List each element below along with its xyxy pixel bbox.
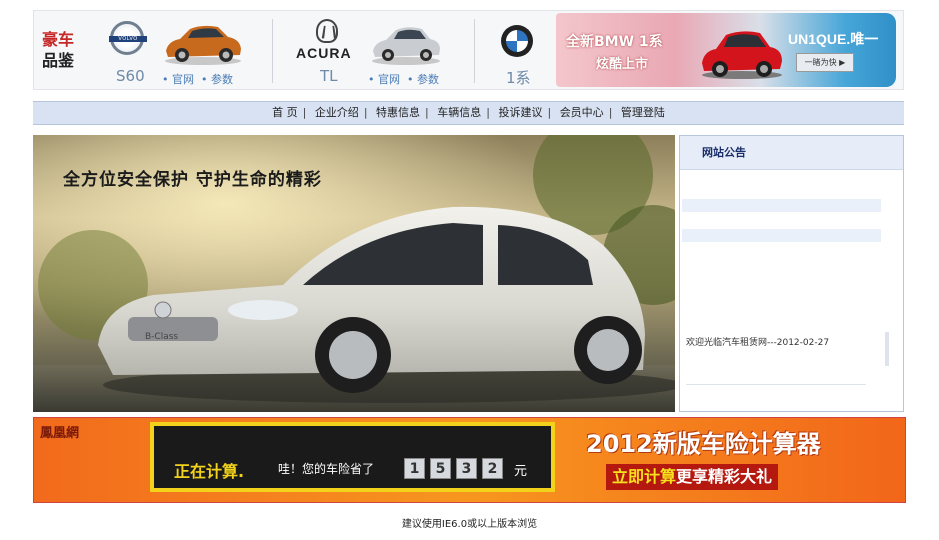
- acura-model-label: TL: [320, 67, 338, 85]
- notice-divider: [686, 384, 866, 385]
- banner-divider: [474, 19, 475, 83]
- notice-row-stripe: [682, 229, 881, 242]
- ad-cta-text: 更享精彩大礼: [676, 467, 773, 486]
- volvo-params-link[interactable]: • 参数: [201, 73, 233, 86]
- acura-official-link[interactable]: • 官网: [368, 73, 400, 86]
- brand-title: 豪车 品鉴: [42, 29, 74, 71]
- hero-slogan: 全方位安全保护 守护生命的精彩: [63, 170, 322, 190]
- site-notice-title: 网站公告: [702, 146, 746, 159]
- acura-params-link[interactable]: • 参数: [407, 73, 439, 86]
- hero-banner[interactable]: 全方位安全保护 守护生命的精彩 B-Class: [33, 135, 675, 412]
- nav-separator: |: [302, 106, 307, 119]
- volvo-logo-text: VOLVO: [109, 36, 147, 42]
- nav-item-about[interactable]: 企业介绍: [312, 106, 362, 119]
- acura-car-image[interactable]: [370, 17, 442, 67]
- ad-headline: 2012新版车险计算器: [586, 430, 821, 458]
- nav-separator: |: [547, 106, 552, 119]
- insurance-calculator-box: 正在计算. 哇！您的车险省了 1 5 3 2 元: [150, 422, 555, 492]
- site-notice-header: 网站公告: [680, 136, 903, 170]
- volvo-car-image[interactable]: [162, 17, 244, 67]
- bmw-model-label: 1系: [506, 69, 531, 87]
- nav-item-complaints[interactable]: 投诉建议: [495, 106, 545, 119]
- nav-item-offers[interactable]: 特惠信息: [373, 106, 423, 119]
- bmw-logo-icon[interactable]: [501, 25, 533, 57]
- bmw-promo-banner[interactable]: 全新BMW 1系 炫酷上市 UN1QUE.唯一 一睹为快 ▶: [556, 13, 896, 87]
- top-banner: 豪车 品鉴 VOLVO S60 • 官网 • 参数 ACURA TL • 官网 …: [33, 10, 904, 90]
- calculating-label: 正在计算.: [174, 462, 245, 481]
- nav-separator: |: [363, 106, 368, 119]
- notice-scrollbar[interactable]: [885, 332, 889, 366]
- savings-digit: 2: [482, 458, 503, 479]
- notice-row-stripe: [682, 199, 881, 212]
- main-nav: 首 页 | 企业介绍 | 特惠信息 | 车辆信息 | 投诉建议 | 会员中心 | 管理登陆: [33, 101, 904, 125]
- notice-message[interactable]: 欢迎光临汽车租赁网---2012-02-27: [686, 335, 829, 348]
- volvo-model-label: S60: [116, 67, 145, 85]
- savings-digit: 3: [456, 458, 477, 479]
- ifeng-logo: 鳳凰網: [40, 426, 80, 441]
- bmw-car-image: [702, 31, 782, 79]
- nav-separator: |: [486, 106, 490, 119]
- bmw-promo-subtitle: 炫酷上市: [596, 57, 649, 72]
- volvo-official-link[interactable]: • 官网: [162, 73, 194, 86]
- site-notice-panel: 网站公告 欢迎光临汽车租赁网---2012-02-27: [679, 135, 904, 412]
- bmw-promo-button[interactable]: 一睹为快 ▶: [796, 53, 854, 72]
- ad-cta-button[interactable]: 立即计算更享精彩大礼: [606, 464, 779, 490]
- banner-divider: [272, 19, 273, 83]
- hero-car-badge: B-Class: [145, 332, 179, 342]
- nav-item-home[interactable]: 首 页: [269, 106, 301, 119]
- bmw-promo-slogan: UN1QUE.唯一: [788, 31, 879, 47]
- nav-item-vehicles[interactable]: 车辆信息: [434, 106, 484, 119]
- savings-digit: 1: [404, 458, 425, 479]
- savings-digit: 5: [430, 458, 451, 479]
- brand-title-line2: 品鉴: [42, 51, 75, 70]
- footer-browser-note: 建议使用IE6.0或以上版本浏览: [401, 519, 538, 530]
- volvo-logo-icon[interactable]: VOLVO: [109, 21, 147, 55]
- ad-cta-highlight: 立即计算: [612, 467, 677, 486]
- insurance-ad-banner[interactable]: 鳳凰網 正在计算. 哇！您的车险省了 1 5 3 2 元 2012新版车险计算器…: [33, 417, 906, 503]
- savings-label: 哇！您的车险省了: [278, 462, 375, 476]
- acura-logo-text: ACURA: [296, 45, 352, 61]
- acura-logo-icon[interactable]: [316, 19, 338, 43]
- brand-title-line1: 豪车: [42, 30, 75, 49]
- nav-separator: |: [425, 106, 429, 119]
- nav-item-members[interactable]: 会员中心: [557, 106, 607, 119]
- nav-separator: |: [608, 106, 613, 119]
- nav-item-admin-login[interactable]: 管理登陆: [618, 106, 668, 119]
- bmw-promo-title: 全新BMW 1系: [566, 34, 663, 50]
- currency-unit: 元: [514, 464, 528, 479]
